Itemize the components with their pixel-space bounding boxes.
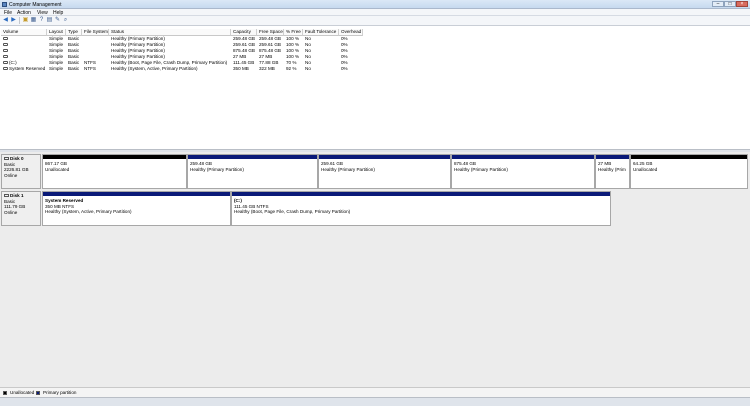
volume-icon: [3, 43, 8, 47]
help-icon[interactable]: ?: [38, 17, 45, 24]
cell-fault-tolerance: No: [305, 66, 311, 71]
partition-status: Healthy (Primary Partition): [454, 166, 508, 172]
volume-name: (C:): [9, 60, 17, 65]
partition-status: Healthy (Boot, Page File, Crash Dump, Pr…: [234, 209, 351, 215]
legend-swatch-primary: [36, 391, 40, 395]
column-header-free-space[interactable]: Free Space: [257, 29, 284, 36]
title-bar: Computer Management – □ ×: [0, 0, 750, 9]
partition-status: Healthy (Primary Partition): [190, 166, 244, 172]
legend-swatch-unallocated: [3, 391, 7, 395]
volume-list: Volume Layout Type File System Status Capacit…: [1, 29, 749, 149]
partition-type-stripe: [43, 192, 230, 196]
cell-volume: System Reserved: [1, 66, 47, 72]
partition-status: Healthy (System, Active, Primary Partiti…: [45, 209, 132, 215]
cell-layout: Simple: [49, 66, 64, 71]
partition-primary[interactable]: (C:) 111.45 GB NTFS Healthy (Boot, Page Fi…: [231, 191, 611, 226]
column-header-fault-tolerance[interactable]: Fault Tolerance: [303, 29, 339, 36]
partition-type-stripe: [631, 155, 747, 159]
partition-primary[interactable]: System Reserved 350 MB NTFS Healthy (Syste…: [42, 191, 231, 226]
column-header-percent-free[interactable]: % Free: [284, 29, 303, 36]
disk-name: Disk 1: [10, 193, 24, 198]
maximize-button[interactable]: □: [724, 1, 736, 7]
back-arrow-icon[interactable]: ◀: [2, 17, 9, 24]
column-header-layout[interactable]: Layout: [47, 29, 66, 36]
search-icon[interactable]: ⌕: [62, 17, 69, 24]
disk-icon: [4, 157, 9, 161]
partition-type-stripe: [319, 155, 450, 159]
disk-name: Disk 0: [10, 156, 24, 161]
partition-type-stripe: [232, 192, 610, 196]
cell-percent-free: 92 %: [286, 66, 297, 71]
disk-label-1[interactable]: Disk 1 Basic 111.79 GB Online: [1, 191, 41, 226]
toolbar-separator: [19, 17, 20, 24]
column-header-capacity[interactable]: Capacity: [231, 29, 257, 36]
partition-type-stripe: [596, 155, 629, 159]
menu-bar: File Action View Help: [0, 9, 750, 16]
cell-capacity: 350 MB: [233, 66, 249, 71]
volume-icon: [3, 55, 8, 59]
partition-unallocated[interactable]: 64.25 GB Unallocated: [630, 154, 748, 189]
partition-status: Healthy (Prim: [598, 166, 626, 172]
close-button[interactable]: ×: [736, 1, 748, 7]
toolbar: ◀ ▶ ▣ ▦ ? ▤ ✎ ⌕: [0, 16, 750, 26]
volume-name: System Reserved: [9, 66, 46, 71]
legend-label-primary: Primary partition: [43, 390, 77, 395]
computer-management-icon: [2, 2, 7, 7]
volume-row[interactable]: System Reserved Simple Basic NTFS Healthy (S…: [1, 66, 363, 72]
cell-free-space: 322 MB: [259, 66, 275, 71]
minimize-button[interactable]: –: [712, 1, 724, 7]
partition-status: Unallocated: [45, 166, 70, 172]
forward-arrow-icon[interactable]: ▶: [10, 17, 17, 24]
partition-type-stripe: [43, 155, 186, 159]
partition-primary[interactable]: 259.48 GB Healthy (Primary Partition): [187, 154, 318, 189]
volume-icon: [3, 49, 8, 53]
status-bar: [0, 397, 750, 406]
folder-icon[interactable]: ▣: [22, 17, 29, 24]
disk-state: Online: [4, 209, 18, 215]
volume-icon: [3, 37, 8, 41]
partition-status: Unallocated: [633, 166, 658, 172]
cell-status: Healthy (System, Active, Primary Partiti…: [111, 66, 198, 71]
partition-primary[interactable]: 259.61 GB Healthy (Primary Partition): [318, 154, 451, 189]
list-view-icon[interactable]: ▤: [46, 17, 53, 24]
disk-label-0[interactable]: Disk 0 Basic 2226.81 GB Online: [1, 154, 41, 189]
column-header-overhead[interactable]: Overhead: [339, 29, 363, 36]
column-header-status[interactable]: Status: [109, 29, 231, 36]
cell-overhead: 0%: [341, 66, 348, 71]
edit-icon[interactable]: ✎: [54, 17, 61, 24]
legend-label-unallocated: Unallocated: [10, 390, 35, 395]
column-header-type[interactable]: Type: [66, 29, 82, 36]
disk-map: Disk 0 Basic 2226.81 GB Online 867.17 GB Unal…: [0, 152, 750, 387]
column-header-volume[interactable]: Volume: [1, 29, 47, 36]
partition-primary[interactable]: 27 MB Healthy (Prim: [595, 154, 630, 189]
column-header-file-system[interactable]: File System: [82, 29, 109, 36]
window-title: Computer Management: [9, 2, 62, 8]
properties-icon[interactable]: ▦: [30, 17, 37, 24]
cell-type: Basic: [68, 66, 80, 71]
cell-file-system: NTFS: [84, 66, 96, 71]
partition-primary[interactable]: 875.48 GB Healthy (Primary Partition): [451, 154, 595, 189]
partition-type-stripe: [452, 155, 594, 159]
volume-icon: [3, 61, 8, 65]
disk-icon: [4, 194, 9, 198]
partition-unallocated[interactable]: 867.17 GB Unallocated: [42, 154, 187, 189]
volume-icon: [3, 67, 8, 71]
disk-state: Online: [4, 172, 18, 178]
partition-type-stripe: [188, 155, 317, 159]
legend: Unallocated Primary partition: [0, 387, 750, 397]
partition-status: Healthy (Primary Partition): [321, 166, 375, 172]
